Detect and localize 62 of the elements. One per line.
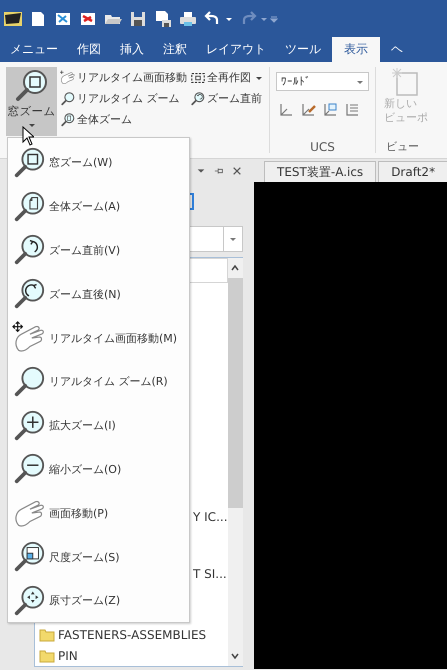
menu-item[interactable]: ズーム直後(N)	[8, 272, 189, 316]
document-tab[interactable]: Draft2*	[378, 161, 447, 182]
ribbon-tab[interactable]: ヘ	[383, 37, 411, 62]
magnifier-icon	[12, 190, 46, 224]
magnifier-icon	[12, 452, 46, 486]
caret-icon	[28, 121, 36, 129]
magnifier-icon	[60, 112, 76, 128]
ribbon-tab[interactable]: メニュー	[2, 37, 66, 62]
scroll-up-icon[interactable]	[230, 263, 240, 273]
magnifier-icon	[12, 408, 46, 443]
group-label: UCS	[309, 140, 336, 154]
magnifier-icon	[12, 277, 46, 312]
list-item[interactable]: PIN	[35, 645, 228, 666]
scroll-down-icon[interactable]	[230, 651, 240, 661]
window-zoom-button[interactable]: 窓ズーム	[6, 67, 57, 136]
menu-item[interactable]: 画面移動(P)	[8, 491, 189, 536]
menu-item[interactable]: 縮小ズーム(O)	[8, 448, 189, 492]
ribbon-tab[interactable]: 注釈	[155, 37, 195, 62]
axis-icon[interactable]	[278, 102, 294, 118]
menu-item[interactable]: リアルタイム ズーム(R)	[8, 360, 189, 404]
magnifier-icon	[12, 364, 46, 399]
magnifier-icon	[60, 90, 76, 106]
ribbon-tab[interactable]: ツール	[277, 37, 329, 62]
viewport-icon	[389, 67, 419, 97]
caret-icon[interactable]	[229, 235, 237, 243]
customize-icon[interactable]	[270, 14, 278, 22]
ribbon-button[interactable]: リアルタイム ズーム	[60, 88, 187, 109]
magnifier-icon	[12, 584, 46, 618]
ribbon-tab[interactable]: 挿入	[112, 37, 152, 62]
group-label: ビュー	[385, 139, 420, 154]
axis-box-icon[interactable]	[322, 102, 338, 118]
save-as-icon[interactable]	[153, 8, 173, 28]
ribbon-tab[interactable]: 作図	[69, 37, 109, 62]
close-icon[interactable]	[232, 166, 242, 176]
ribbon-button[interactable]: 全再作図	[190, 67, 263, 88]
document-tab[interactable]: TEST装置-A.ics	[264, 161, 376, 182]
menu-item[interactable]: 窓ズーム(W)	[8, 141, 189, 185]
pin-icon[interactable]	[214, 166, 224, 176]
axis-pencil-icon[interactable]	[300, 102, 316, 118]
menu-item[interactable]: 全体ズーム(A)	[8, 184, 189, 229]
magnifier-icon	[12, 233, 46, 268]
ucs-combo[interactable]: ﾜｰﾙﾄﾞ	[276, 72, 369, 91]
hand-icon	[60, 70, 76, 86]
scrollbar[interactable]	[228, 258, 243, 666]
list-item[interactable]: FASTENERS-ASSEMBLIES	[35, 624, 228, 645]
magnifier-icon	[12, 146, 46, 180]
menu-item[interactable]: 拡大ズーム(I)	[8, 404, 189, 448]
magnifier-icon	[14, 68, 50, 104]
folder-icon	[39, 648, 55, 662]
menu-item[interactable]: リアルタイム画面移動(M)	[8, 316, 189, 360]
ribbon-tab[interactable]: レイアウト	[198, 37, 274, 62]
magnifier-icon	[190, 90, 206, 106]
menu-item[interactable]: 尺度ズーム(S)	[8, 535, 189, 579]
ribbon-button[interactable]: 全体ズーム	[60, 109, 187, 130]
ribbon-tab[interactable]: 表示	[332, 37, 380, 62]
folder-icon	[39, 628, 55, 642]
ribbon-button[interactable]: ズーム直前	[190, 88, 263, 109]
axis-list-icon[interactable]	[344, 102, 360, 118]
menu-item[interactable]: ズーム直前(V)	[8, 228, 189, 272]
menu-item[interactable]: 原寸ズーム(Z)	[8, 578, 189, 623]
magnifier-icon	[12, 540, 46, 574]
ribbon-button[interactable]: リアルタイム画面移動	[60, 67, 187, 88]
